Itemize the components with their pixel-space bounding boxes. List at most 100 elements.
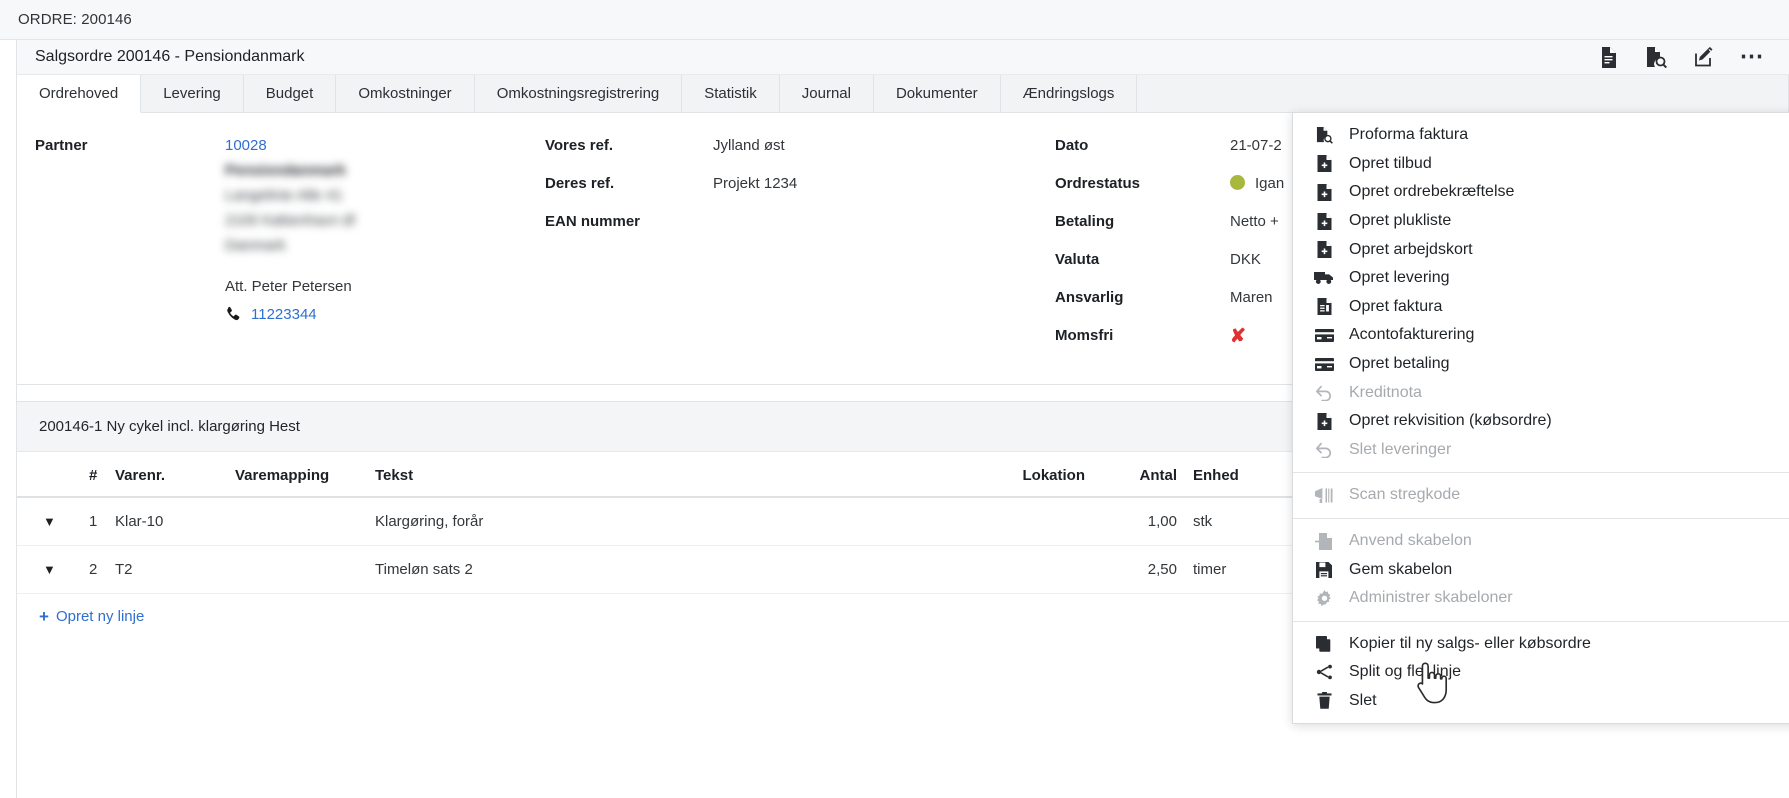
deres-ref-row: Deres ref. Projekt 1234 [545,175,1055,213]
tab-journal[interactable]: Journal [780,75,874,112]
partner-attention: Att. Peter Petersen [225,278,525,295]
row-number: 2 [89,546,115,594]
status-dot-icon [1230,175,1245,190]
tab-ordrehoved[interactable]: Ordrehoved [17,75,141,113]
menu-item-label: Opret faktura [1349,298,1442,316]
tab-omkostninger[interactable]: Omkostninger [336,75,474,112]
tab-label: Statistik [704,85,757,102]
card-icon [1313,326,1335,344]
tab-label: Ordrehoved [39,85,118,102]
col-number: # [89,452,115,497]
row-enhed: timer [1193,546,1305,594]
menu-item-label: Opret tilbud [1349,155,1432,173]
invoice-icon [1313,298,1335,316]
momsfri-value: ✘ [1230,327,1246,346]
betaling-value: Netto + [1230,213,1279,230]
row-tekst: Timeløn sats 2 [375,546,845,594]
menu-item-label: Scan stregkode [1349,486,1460,504]
partner-phone-link[interactable]: 11223344 [251,306,317,323]
row-number: 1 [89,497,115,546]
dato-value: 21-07-2 [1230,137,1282,154]
row-varenr: T2 [115,546,235,594]
partner-address-line: Langelinie Alle 41 [225,187,525,204]
menu-item-proforma-faktura[interactable]: Proforma faktura [1293,121,1789,150]
vores-ref-row: Vores ref. Jylland øst [545,137,1055,175]
menu-item-opret-plukliste[interactable]: Opret plukliste [1293,207,1789,236]
split-merge-icon [1313,663,1335,681]
col-antal: Antal [1085,452,1193,497]
copy-icon [1313,635,1335,653]
partner-number-link[interactable]: 10028 [225,137,525,154]
tab-label: Omkostningsregistrering [497,85,660,102]
menu-item-kopier-til-ny-ordre[interactable]: Kopier til ny salgs- eller købsordre [1293,630,1789,659]
col-lokation: Lokation [845,452,1085,497]
menu-item-opret-arbejdskort[interactable]: Opret arbejdskort [1293,235,1789,264]
partner-column: Partner 10028 Pensiondanmark Langelinie … [35,137,545,365]
menu-item-opret-rekvisition[interactable]: Opret rekvisition (købsordre) [1293,407,1789,436]
partner-phone-row: 11223344 [225,306,525,323]
menu-item-label: Opret plukliste [1349,212,1451,230]
tab-label: Journal [802,85,851,102]
menu-separator [1293,518,1789,519]
template-apply-icon [1313,532,1335,550]
tab-label: Levering [163,85,221,102]
menu-item-split-og-flet-linje[interactable]: Split og flet linje [1293,658,1789,687]
menu-item-opret-ordrebekraeftelse[interactable]: Opret ordrebekræftelse [1293,178,1789,207]
tab-label: Ændringslogs [1023,85,1115,102]
ansvarlig-label: Ansvarlig [1055,289,1230,306]
edit-pencil-icon[interactable] [1693,46,1715,68]
menu-item-scan-stregkode: Scan stregkode [1293,481,1789,510]
tab-omkostningsregistrering[interactable]: Omkostningsregistrering [475,75,683,112]
chevron-down-icon[interactable]: ▼ [43,562,56,577]
ansvarlig-value: Maren [1230,289,1273,306]
phone-icon [225,306,242,323]
tab-aendringslogs[interactable]: Ændringslogs [1001,75,1138,112]
document-add-icon [1313,241,1335,259]
reference-column: Vores ref. Jylland øst Deres ref. Projek… [545,137,1055,365]
menu-item-label: Opret levering [1349,269,1450,287]
partner-address-line: Pensiondanmark [225,162,525,179]
menu-item-label: Proforma faktura [1349,126,1468,144]
partner-row: Partner 10028 Pensiondanmark Langelinie … [35,137,545,323]
menu-item-opret-levering[interactable]: Opret levering [1293,264,1789,293]
menu-item-slet[interactable]: Slet [1293,687,1789,716]
row-expand-toggle[interactable]: ▼ [17,497,89,546]
window-toolbar: ⋯ [1597,46,1775,68]
tab-budget[interactable]: Budget [244,75,337,112]
row-expand-toggle[interactable]: ▼ [17,546,89,594]
tab-levering[interactable]: Levering [141,75,244,112]
more-options-icon[interactable]: ⋯ [1741,46,1763,68]
menu-item-acontofakturering[interactable]: Acontofakturering [1293,321,1789,350]
row-tekst: Klargøring, forår [375,497,845,546]
menu-item-label: Opret betaling [1349,355,1450,373]
undo-icon [1313,441,1335,459]
ean-nummer-label: EAN nummer [545,213,713,230]
menu-item-opret-tilbud[interactable]: Opret tilbud [1293,150,1789,179]
menu-item-opret-betaling[interactable]: Opret betaling [1293,350,1789,379]
create-new-line-label: Opret ny linje [56,608,144,625]
col-varemapping: Varemapping [235,452,375,497]
menu-item-label: Kopier til ny salgs- eller købsordre [1349,635,1591,653]
menu-item-label: Administrer skabeloner [1349,589,1513,607]
gear-icon [1313,589,1335,607]
ordrestatus-value-wrap: Igan [1230,175,1284,192]
ordrestatus-value: Igan [1255,175,1284,192]
tab-label: Budget [266,85,314,102]
menu-item-anvend-skabelon: Anvend skabelon [1293,527,1789,556]
col-tekst: Tekst [375,452,845,497]
menu-item-gem-skabelon[interactable]: Gem skabelon [1293,555,1789,584]
menu-item-label: Opret arbejdskort [1349,241,1473,259]
menu-item-label: Slet [1349,692,1377,710]
chevron-down-icon[interactable]: ▼ [43,514,56,529]
row-enhed: stk [1193,497,1305,546]
partner-address-line: 2100 København Ø [225,212,525,229]
tab-dokumenter[interactable]: Dokumenter [874,75,1001,112]
document-add-icon [1313,155,1335,173]
menu-item-label: Slet leveringer [1349,441,1451,459]
tab-label: Dokumenter [896,85,978,102]
col-enhed: Enhed [1193,452,1305,497]
document-search-icon[interactable] [1645,46,1667,68]
tab-statistik[interactable]: Statistik [682,75,780,112]
menu-item-opret-faktura[interactable]: Opret faktura [1293,293,1789,322]
document-icon[interactable] [1597,46,1619,68]
